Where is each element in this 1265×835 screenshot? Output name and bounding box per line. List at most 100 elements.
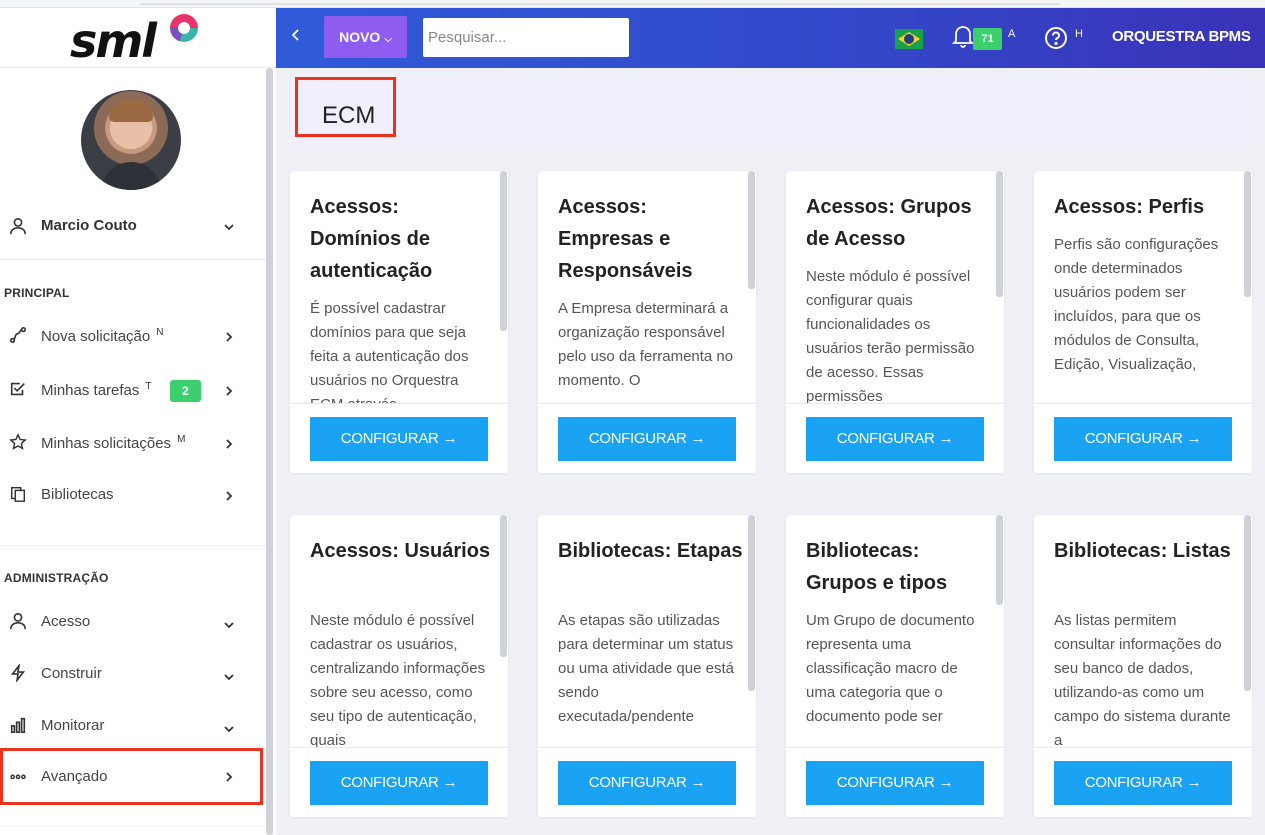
browser-top-strip xyxy=(0,0,1265,8)
divider xyxy=(0,545,266,546)
card-title: Acessos: Grupos de Acesso xyxy=(806,196,972,250)
page-title-bar: ECM xyxy=(290,77,1251,145)
main-content: ECM Acessos: Domínios de autenticação É … xyxy=(276,68,1265,835)
sidebar-item-label: Minhas solicitações M xyxy=(41,434,186,452)
sidebar: sml Marcio Couto PRINCIPAL Nova solicita… xyxy=(0,8,276,835)
copy-icon xyxy=(8,485,28,505)
card-acessos-usuarios: Acessos: Usuários Neste módulo é possíve… xyxy=(290,515,508,817)
search-input[interactable] xyxy=(423,18,629,57)
logo-text: sml xyxy=(70,14,157,68)
card-title: Acessos: Empresas e Responsáveis xyxy=(558,196,693,282)
arrow-right-icon: → xyxy=(442,430,458,447)
card-footer: CONFIGURAR → xyxy=(786,403,1004,473)
novo-button[interactable]: NOVO ⌵ xyxy=(324,16,407,58)
card-scrollbar[interactable] xyxy=(996,171,1003,297)
card-scrollbar[interactable] xyxy=(1244,515,1251,691)
user-name: Marcio Couto xyxy=(41,217,137,234)
card-footer: CONFIGURAR → xyxy=(290,403,508,473)
section-label-administracao: ADMINISTRAÇÃO xyxy=(4,571,109,585)
card-title: Bibliotecas: Listas xyxy=(1054,540,1231,562)
sidebar-item-label: Monitorar xyxy=(41,717,105,734)
configurar-button[interactable]: CONFIGURAR → xyxy=(558,417,736,461)
section-label-principal: PRINCIPAL xyxy=(4,286,70,300)
card-scrollbar[interactable] xyxy=(748,171,755,289)
sidebar-item-label: Construir xyxy=(41,665,102,682)
card-title: Acessos: Perfis xyxy=(1054,196,1205,218)
card-bibliotecas-listas: Bibliotecas: Listas As listas permitem c… xyxy=(1034,515,1252,817)
card-footer: CONFIGURAR → xyxy=(538,403,756,473)
arrow-right-icon: → xyxy=(442,774,458,791)
route-icon xyxy=(8,326,28,346)
help-icon[interactable] xyxy=(1044,26,1068,50)
card-footer: CONFIGURAR → xyxy=(786,747,1004,817)
sidebar-item-construir[interactable]: Construir xyxy=(0,650,266,698)
card-scrollbar[interactable] xyxy=(748,515,755,691)
card-body: Acessos: Usuários Neste módulo é possíve… xyxy=(290,515,508,747)
arrow-right-icon: → xyxy=(1186,774,1202,791)
card-title: Acessos: Usuários xyxy=(310,540,491,562)
highlight-outline-avancado xyxy=(0,748,263,805)
card-description: Um Grupo de documento representa uma cla… xyxy=(806,612,975,725)
logo[interactable]: sml xyxy=(0,8,276,68)
configurar-button[interactable]: CONFIGURAR → xyxy=(1054,761,1232,805)
arrow-right-icon: → xyxy=(690,774,706,791)
collapse-sidebar-button[interactable] xyxy=(290,28,306,48)
card-footer: CONFIGURAR → xyxy=(290,747,508,817)
card-scrollbar[interactable] xyxy=(996,515,1003,605)
card-title: Acessos: Domínios de autenticação xyxy=(310,196,433,282)
sidebar-scrollbar[interactable] xyxy=(266,68,273,835)
card-description: A Empresa determinará a organização resp… xyxy=(558,300,734,389)
sidebar-item-monitorar[interactable]: Monitorar xyxy=(0,702,266,750)
card-title: Bibliotecas: Etapas xyxy=(558,540,743,562)
configurar-button[interactable]: CONFIGURAR → xyxy=(310,761,488,805)
chevron-right-icon xyxy=(222,384,240,402)
notifications-count-badge[interactable]: 71 xyxy=(973,28,1002,50)
user-menu[interactable]: Marcio Couto xyxy=(0,208,266,260)
sidebar-item-minhas-solicitacoes[interactable]: Minhas solicitações M xyxy=(0,419,266,467)
top-header: NOVO⌵ 71 A H ORQUESTRA BPMS xyxy=(276,8,1265,68)
card-acessos-dominios: Acessos: Domínios de autenticação É poss… xyxy=(290,171,508,473)
org-name[interactable]: ORQUESTRA BPMS xyxy=(1112,28,1251,45)
card-description: As etapas são utilizadas para determinar… xyxy=(558,612,734,725)
highlight-outline-title xyxy=(295,77,396,137)
card-bibliotecas-etapas: Bibliotecas: Etapas As etapas são utiliz… xyxy=(538,515,756,817)
sidebar-item-label: Minhas tarefas T xyxy=(41,381,152,399)
configurar-button[interactable]: CONFIGURAR → xyxy=(1054,417,1232,461)
card-scrollbar[interactable] xyxy=(1244,171,1251,297)
chevron-down-icon: ⌵ xyxy=(384,34,392,45)
sidebar-item-minhas-tarefas[interactable]: Minhas tarefas T 2 xyxy=(0,366,266,414)
card-scrollbar[interactable] xyxy=(500,515,507,657)
configurar-button[interactable]: CONFIGURAR → xyxy=(558,761,736,805)
sidebar-item-nova-solicitacao[interactable]: Nova solicitação N xyxy=(0,312,266,360)
notifications-shortcut: A xyxy=(1008,28,1016,40)
card-footer: CONFIGURAR → xyxy=(1034,747,1252,817)
configurar-button[interactable]: CONFIGURAR → xyxy=(806,761,984,805)
divider xyxy=(0,826,266,827)
card-description: Neste módulo é possível configurar quais… xyxy=(806,268,975,403)
card-body: Bibliotecas: Listas As listas permitem c… xyxy=(1034,515,1252,747)
bar-chart-icon xyxy=(8,716,28,736)
card-title: Bibliotecas: Grupos e tipos xyxy=(806,540,948,594)
card-scrollbar[interactable] xyxy=(500,171,507,331)
sidebar-item-label: Bibliotecas xyxy=(41,486,114,503)
configurar-button[interactable]: CONFIGURAR → xyxy=(310,417,488,461)
card-description: Neste módulo é possível cadastrar os usu… xyxy=(310,612,486,747)
sidebar-item-bibliotecas[interactable]: Bibliotecas xyxy=(0,471,266,519)
sidebar-item-acesso[interactable]: Acesso xyxy=(0,598,266,646)
card-description: É possível cadastrar domínios para que s… xyxy=(310,300,469,403)
arrow-right-icon: → xyxy=(690,430,706,447)
chevron-down-icon xyxy=(222,670,240,688)
configurar-button[interactable]: CONFIGURAR → xyxy=(806,417,984,461)
brazil-flag-icon[interactable] xyxy=(895,29,923,49)
bell-icon[interactable] xyxy=(951,24,975,50)
card-acessos-empresas: Acessos: Empresas e Responsáveis A Empre… xyxy=(538,171,756,473)
chevron-right-icon xyxy=(222,489,240,507)
chevron-down-icon xyxy=(222,220,240,238)
card-footer: CONFIGURAR → xyxy=(538,747,756,817)
help-shortcut: H xyxy=(1075,28,1083,40)
arrow-right-icon: → xyxy=(938,430,954,447)
bolt-icon xyxy=(8,662,28,684)
card-acessos-perfis: Acessos: Perfis Perfis são configurações… xyxy=(1034,171,1252,473)
card-acessos-grupos: Acessos: Grupos de Acesso Neste módulo é… xyxy=(786,171,1004,473)
card-description: As listas permitem consultar informações… xyxy=(1054,612,1231,747)
